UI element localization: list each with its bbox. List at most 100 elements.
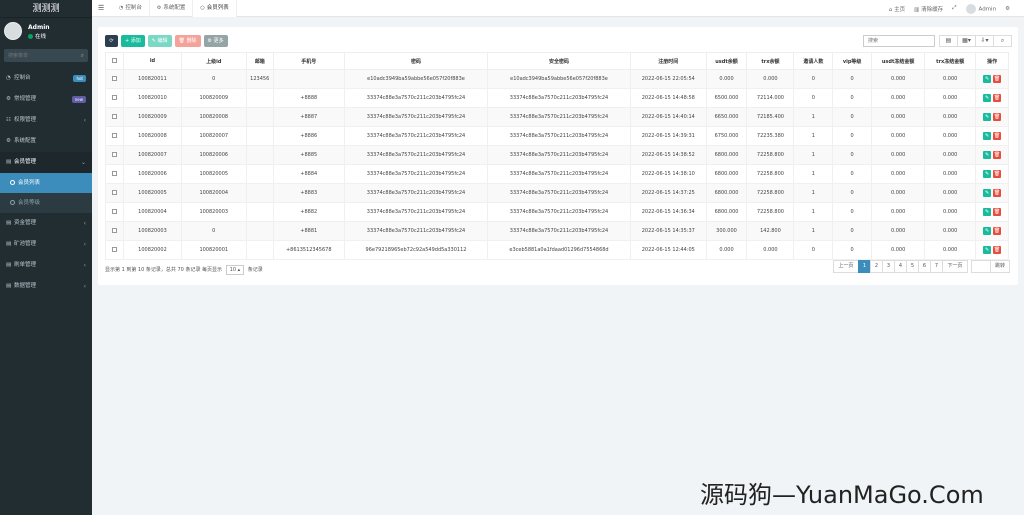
row-select-cell[interactable] — [104, 240, 125, 260]
row-delete-button[interactable]: 🗑 — [993, 151, 1002, 159]
table-row[interactable]: 100820008 100820007 +8886 33374c88e3a7570c2… — [104, 126, 1009, 146]
delete-button[interactable]: 🗑 删除 — [174, 35, 201, 47]
admin-menu[interactable]: Admin — [965, 3, 996, 14]
table-row[interactable]: 100820004 100820003 +8882 33374c88e3a7570c2… — [104, 202, 1009, 222]
table-row[interactable]: 100820005 100820004 +8883 33374c88e3a7570c2… — [104, 183, 1009, 203]
select-all-cell[interactable] — [104, 52, 125, 70]
search-icon[interactable]: ⌕ — [993, 35, 1012, 47]
brand-logo[interactable]: 测测测 — [0, 0, 92, 18]
next-page-button[interactable]: 下一页 — [941, 260, 968, 273]
sidebar-item-general[interactable]: ⚙ 常规管理 new — [0, 89, 92, 110]
row-edit-button[interactable]: ✎ — [983, 151, 992, 159]
table-row[interactable]: 100820011 0 123456 e10adc3949ba59abbe56e057… — [104, 69, 1009, 89]
row-checkbox[interactable] — [112, 75, 118, 81]
sidebar-item-auth[interactable]: ☷ 权限管理 ‹ — [0, 110, 92, 131]
row-select-cell[interactable] — [104, 221, 125, 241]
sidebar-item-mining[interactable]: ▤ 矿池管理 ‹ — [0, 234, 92, 255]
sidebar-item-data[interactable]: ▤ 数据管理 ‹ — [0, 276, 92, 297]
col-header[interactable]: usdt冻结金额 — [871, 52, 926, 70]
col-header[interactable]: id — [123, 52, 182, 70]
row-delete-button[interactable]: 🗑 — [993, 132, 1002, 140]
table-row[interactable]: 100820006 100820005 +8884 33374c88e3a7570c2… — [104, 164, 1009, 184]
col-header[interactable]: 邀请人数 — [793, 52, 834, 70]
tab-member-list[interactable]: ○ 会员列表 — [193, 0, 237, 17]
row-edit-button[interactable]: ✎ — [983, 170, 992, 178]
row-checkbox[interactable] — [112, 246, 118, 252]
row-edit-button[interactable]: ✎ — [983, 75, 992, 83]
row-checkbox[interactable] — [112, 189, 118, 195]
table-row[interactable]: 100820010 100820009 +8888 33374c88e3a7570c2… — [104, 88, 1009, 108]
row-delete-button[interactable]: 🗑 — [993, 170, 1002, 178]
toggle-view-icon[interactable]: ▤ — [939, 35, 958, 47]
refresh-button[interactable]: ⟳ — [105, 35, 118, 47]
menu-toggle-icon[interactable]: ☰ — [98, 4, 104, 12]
tab-system-config[interactable]: ⚙ 系统配置 — [150, 0, 194, 17]
row-delete-button[interactable]: 🗑 — [993, 246, 1002, 254]
row-checkbox[interactable] — [112, 132, 118, 138]
sidebar-item-orders[interactable]: ▤ 刷单管理 ‹ — [0, 255, 92, 276]
col-header[interactable]: 手机号 — [272, 52, 345, 70]
row-edit-button[interactable]: ✎ — [983, 189, 992, 197]
table-row[interactable]: 100820007 100820006 +8885 33374c88e3a7570c2… — [104, 145, 1009, 165]
menu-search[interactable]: ⌕ — [4, 49, 88, 62]
row-select-cell[interactable] — [104, 145, 125, 165]
more-button[interactable]: ⚙ 更多 — [203, 35, 228, 47]
select-all-checkbox[interactable] — [112, 57, 118, 63]
col-header[interactable]: trx余额 — [746, 52, 795, 70]
row-delete-button[interactable]: 🗑 — [993, 208, 1002, 216]
row-checkbox[interactable] — [112, 170, 118, 176]
home-link[interactable]: ⌂ 主页 — [889, 5, 905, 13]
edit-button[interactable]: ✎ 编辑 — [147, 35, 172, 47]
row-edit-button[interactable]: ✎ — [983, 208, 992, 216]
row-checkbox[interactable] — [112, 113, 118, 119]
jump-button[interactable]: 跳转 — [989, 260, 1010, 273]
row-edit-button[interactable]: ✎ — [983, 227, 992, 235]
sidebar-item-dashboard[interactable]: ◔ 控制台 hot — [0, 68, 92, 89]
tab-dashboard[interactable]: ◔ 控制台 — [112, 0, 150, 17]
sidebar-item-member-list[interactable]: 会员列表 — [0, 173, 92, 193]
col-header[interactable]: 密码 — [344, 52, 488, 70]
row-select-cell[interactable] — [104, 183, 125, 203]
row-edit-button[interactable]: ✎ — [983, 94, 992, 102]
row-select-cell[interactable] — [104, 202, 125, 222]
col-header[interactable]: usdt余额 — [705, 52, 748, 70]
sidebar-item-member-level[interactable]: 会员等级 — [0, 193, 92, 213]
row-delete-button[interactable]: 🗑 — [993, 113, 1002, 121]
export-icon[interactable]: ⇩▾ — [975, 35, 994, 47]
row-select-cell[interactable] — [104, 69, 125, 89]
row-select-cell[interactable] — [104, 88, 125, 108]
col-header[interactable]: 安全密码 — [487, 52, 631, 70]
table-row[interactable]: 100820002 100820001 +8613512345678 96e79218… — [104, 240, 1009, 260]
col-header[interactable]: 邮箱 — [245, 52, 274, 70]
row-delete-button[interactable]: 🗑 — [993, 75, 1002, 83]
row-select-cell[interactable] — [104, 164, 125, 184]
row-select-cell[interactable] — [104, 126, 125, 146]
col-header[interactable]: 注册时间 — [630, 52, 707, 70]
row-edit-button[interactable]: ✎ — [983, 132, 992, 140]
col-header[interactable]: 上级id — [180, 52, 247, 70]
page-size-select[interactable]: 10 ▴ — [225, 265, 245, 275]
row-delete-button[interactable]: 🗑 — [993, 227, 1002, 235]
jump-page-input[interactable] — [970, 260, 991, 273]
row-delete-button[interactable]: 🗑 — [993, 94, 1002, 102]
row-checkbox[interactable] — [112, 94, 118, 100]
row-delete-button[interactable]: 🗑 — [993, 189, 1002, 197]
menu-search-input[interactable] — [4, 49, 74, 62]
table-row[interactable]: 100820003 0 +8881 33374c88e3a7570c211c203b4… — [104, 221, 1009, 241]
sidebar-item-funds[interactable]: ▤ 资金管理 ‹ — [0, 213, 92, 234]
clear-cache-button[interactable]: ▥ 清除缓存 — [914, 5, 943, 13]
row-checkbox[interactable] — [112, 227, 118, 233]
columns-icon[interactable]: ▦▾ — [957, 35, 976, 47]
settings-icon[interactable]: ⚙ — [1005, 6, 1010, 12]
col-header[interactable]: trx冻结金额 — [924, 52, 977, 70]
table-search-input[interactable] — [863, 35, 935, 47]
row-edit-button[interactable]: ✎ — [983, 246, 992, 254]
add-button[interactable]: + 添加 — [121, 35, 145, 47]
row-checkbox[interactable] — [112, 208, 118, 214]
fullscreen-icon[interactable]: ⤢ — [952, 5, 956, 12]
sidebar-item-members[interactable]: ▤ 会员管理 ⌄ — [0, 152, 92, 173]
row-checkbox[interactable] — [112, 151, 118, 157]
sidebar-item-system-config[interactable]: ⚙ 系统配置 — [0, 131, 92, 152]
search-icon[interactable]: ⌕ — [81, 52, 84, 60]
row-select-cell[interactable] — [104, 107, 125, 127]
